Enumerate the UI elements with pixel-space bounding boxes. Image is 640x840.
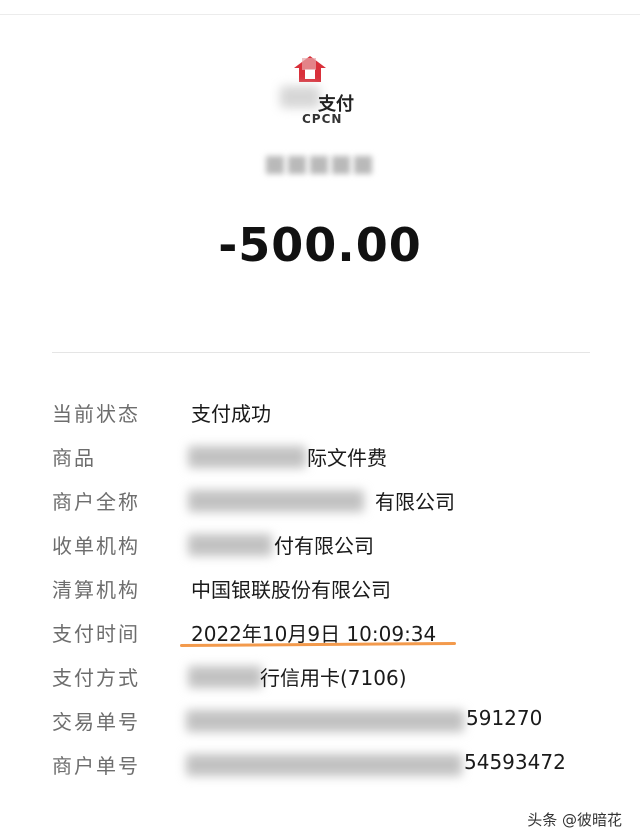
trade-no-value: 591270 bbox=[466, 706, 543, 730]
method-label: 支付方式 bbox=[52, 666, 140, 690]
detail-row-method: 支付方式 行信用卡(7106) bbox=[52, 658, 612, 698]
merchant-name-blurred bbox=[266, 152, 374, 180]
clearing-value: 中国银联股份有限公司 bbox=[191, 578, 391, 602]
merchant-label: 商户全称 bbox=[52, 490, 140, 514]
detail-row-acquirer: 收单机构 付有限公司 bbox=[52, 526, 612, 566]
time-label: 支付时间 bbox=[52, 622, 140, 646]
logo-mark-icon bbox=[294, 56, 326, 82]
order-no-label: 商户单号 bbox=[52, 754, 140, 778]
detail-row-goods: 商品 际文件费 bbox=[52, 438, 612, 478]
goods-value: 际文件费 bbox=[307, 446, 387, 470]
top-divider bbox=[0, 14, 640, 15]
payment-provider-logo: 支付 CPCN bbox=[270, 54, 370, 126]
watermark-text: 头条 @彼暗花 bbox=[527, 811, 622, 829]
detail-row-clearing: 清算机构 中国银联股份有限公司 bbox=[52, 570, 612, 610]
merchant-blur bbox=[188, 490, 364, 512]
goods-blur bbox=[188, 446, 306, 468]
acquirer-blur bbox=[188, 534, 272, 556]
method-value: 行信用卡(7106) bbox=[260, 666, 407, 690]
status-label: 当前状态 bbox=[52, 402, 140, 426]
section-divider bbox=[52, 352, 590, 353]
method-blur bbox=[188, 666, 262, 688]
detail-row-trade-no: 交易单号 591270 bbox=[52, 702, 612, 742]
status-value: 支付成功 bbox=[191, 402, 271, 426]
payment-amount: -500.00 bbox=[218, 218, 422, 272]
detail-row-order-no: 商户单号 54593472 bbox=[52, 746, 612, 786]
acquirer-label: 收单机构 bbox=[52, 534, 140, 558]
detail-row-status: 当前状态 支付成功 bbox=[52, 394, 612, 434]
trade-no-blur bbox=[186, 710, 464, 732]
acquirer-value: 付有限公司 bbox=[274, 534, 374, 558]
detail-row-time: 支付时间 2022年10月9日 10:09:34 bbox=[52, 614, 612, 654]
detail-row-merchant: 商户全称 有限公司 bbox=[52, 482, 612, 522]
merchant-value: 有限公司 bbox=[375, 490, 455, 514]
logo-subtitle: CPCN bbox=[302, 112, 343, 126]
logo-blurred-text bbox=[280, 86, 320, 108]
clearing-label: 清算机构 bbox=[52, 578, 140, 602]
goods-label: 商品 bbox=[52, 446, 96, 470]
order-no-blur bbox=[186, 754, 462, 776]
trade-no-label: 交易单号 bbox=[52, 710, 140, 734]
order-no-value: 54593472 bbox=[464, 750, 566, 774]
